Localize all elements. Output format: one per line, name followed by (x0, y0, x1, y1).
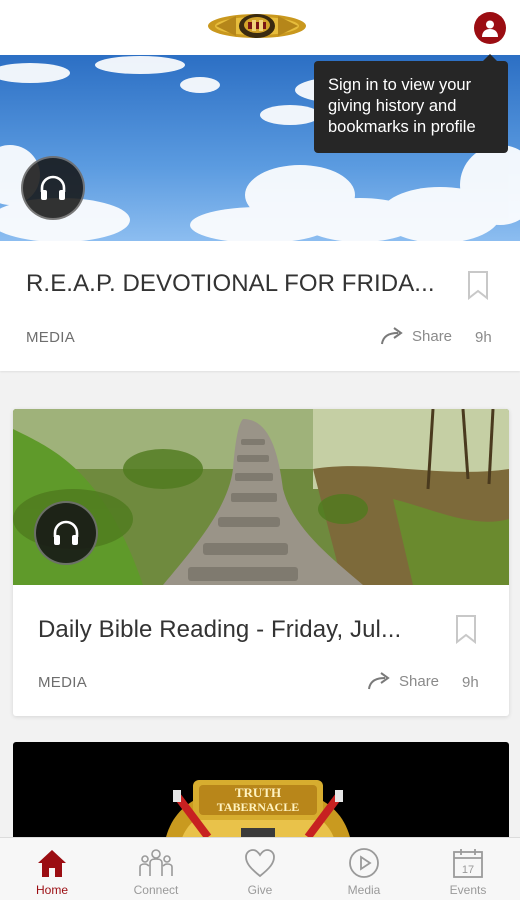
tooltip-arrow (483, 54, 497, 61)
headphones-icon (53, 520, 79, 545)
sign-in-tooltip[interactable]: Sign in to view your giving history and … (314, 54, 508, 153)
tab-give[interactable]: Give (208, 838, 312, 900)
headphones-icon (40, 175, 66, 200)
audio-badge[interactable] (34, 501, 98, 565)
calendar-icon: 17 (453, 849, 483, 878)
feed-item-age: 9h (462, 674, 479, 691)
share-label: Share (412, 327, 453, 345)
bottom-tab-bar: Home Connect Give Media 17 Events (0, 837, 520, 900)
feed-item-title[interactable]: R.E.A.P. DEVOTIONAL FOR FRIDA... (26, 270, 435, 298)
profile-button[interactable] (474, 12, 506, 44)
tab-label: Events (449, 883, 487, 897)
feed-item-type: MEDIA (26, 329, 76, 346)
play-circle-icon (349, 848, 379, 878)
path-thumbnail[interactable] (13, 409, 509, 585)
tooltip-text: Sign in to view your giving history and … (328, 76, 476, 136)
feed-item-bible-reading[interactable]: Daily Bible Reading - Friday, Jul... MED… (13, 409, 509, 716)
feed-item-title[interactable]: Daily Bible Reading - Friday, Jul... (38, 616, 401, 644)
home-icon (38, 850, 66, 877)
people-icon (139, 849, 173, 876)
tab-connect[interactable]: Connect (104, 838, 208, 900)
logo-text-line1: TRUTH (235, 785, 281, 800)
bookmark-icon[interactable] (455, 614, 477, 644)
tab-home[interactable]: Home (0, 838, 104, 900)
user-icon (482, 20, 498, 37)
tab-label: Connect (133, 883, 179, 897)
tab-media[interactable]: Media (312, 838, 416, 900)
tab-events[interactable]: 17 Events (416, 838, 520, 900)
bookmark-icon[interactable] (467, 270, 489, 300)
calendar-day: 17 (462, 864, 474, 876)
share-arrow-icon (368, 672, 390, 690)
logo-text-line2: TABERNACLE (217, 800, 299, 814)
share-button[interactable]: Share (380, 327, 452, 345)
tab-label: Give (247, 883, 273, 897)
feed-item-type: MEDIA (38, 674, 88, 691)
church-logo[interactable] (206, 10, 308, 42)
share-label: Share (399, 672, 440, 690)
app-header (0, 0, 520, 55)
share-arrow-icon (381, 327, 403, 345)
share-button[interactable]: Share (367, 672, 439, 690)
heart-icon (245, 849, 275, 878)
audio-badge[interactable] (21, 156, 85, 220)
tab-label: Media (347, 883, 381, 897)
feed-item-age: 9h (475, 329, 492, 346)
tab-label: Home (35, 883, 68, 897)
